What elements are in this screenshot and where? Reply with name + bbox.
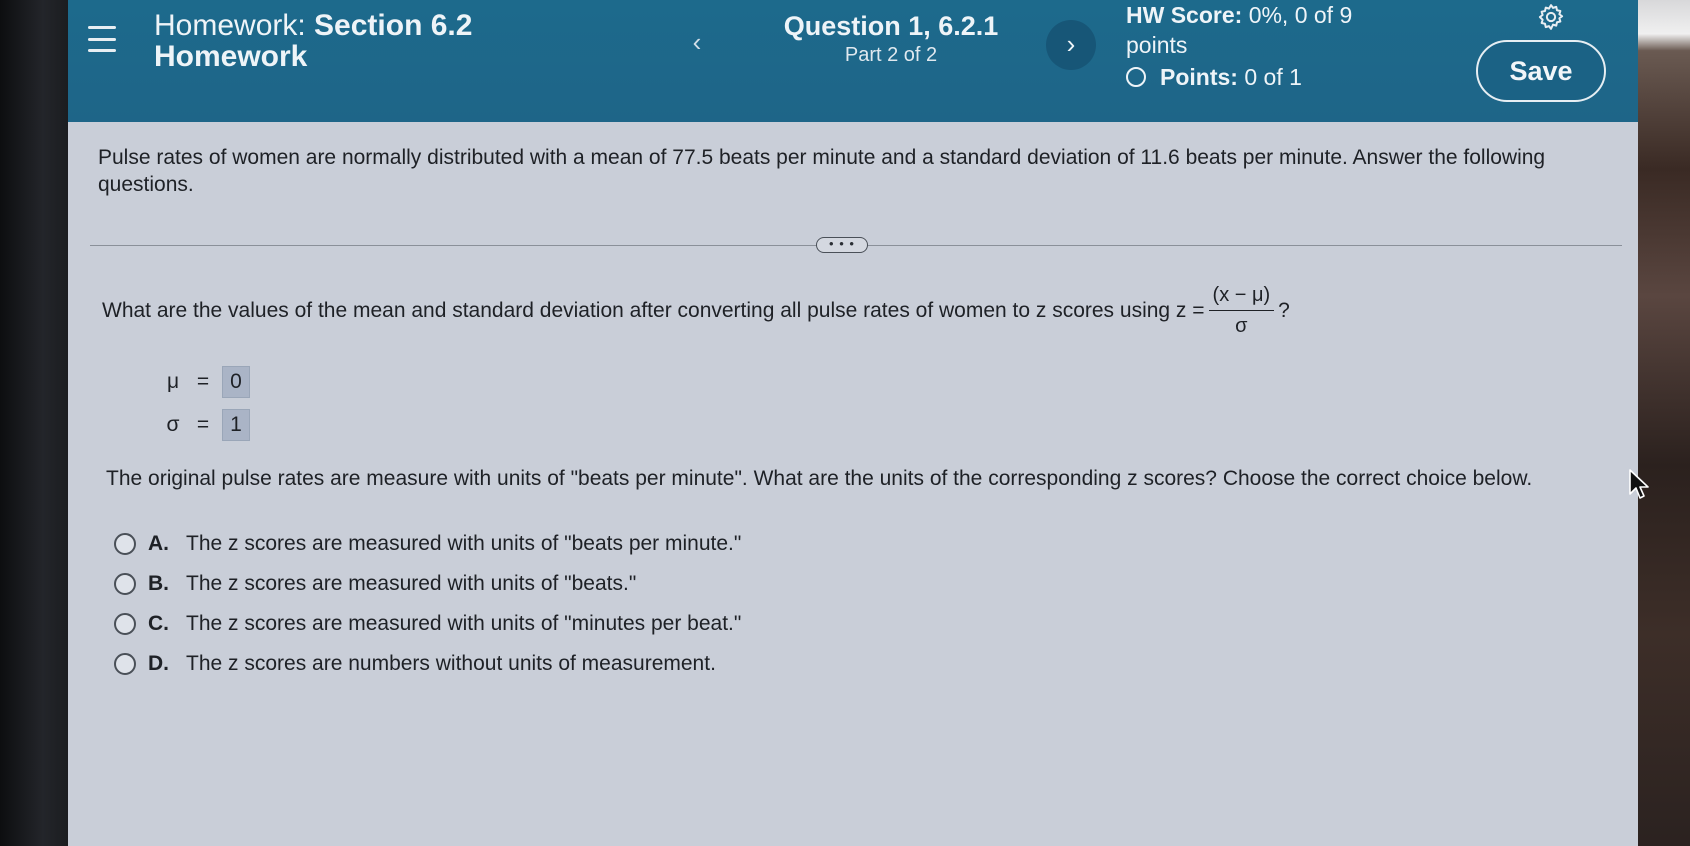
top-header: Homework: Section 6.2 Homework ‹ Questio… xyxy=(68,0,1638,122)
choice-d-radio[interactable] xyxy=(114,653,136,675)
fraction-numerator: (x − μ) xyxy=(1208,284,1275,311)
points-label: Points: xyxy=(1160,64,1238,90)
choice-a-text: The z scores are measured with units of … xyxy=(186,532,742,555)
homework-title-prefix: Homework: xyxy=(154,9,306,42)
hamburger-menu-icon[interactable] xyxy=(88,26,116,52)
z-score-question: What are the values of the mean and stan… xyxy=(102,284,1290,338)
units-question-text: The original pulse rates are measure wit… xyxy=(106,467,1533,490)
mouse-cursor-icon xyxy=(1629,469,1649,499)
question-part: Part 2 of 2 xyxy=(844,44,938,66)
screen-bezel-right xyxy=(1638,0,1690,846)
sd-answer-box[interactable]: 1 xyxy=(222,409,250,441)
previous-question-button[interactable]: ‹ xyxy=(678,24,716,62)
choice-b-letter: B. xyxy=(148,572,169,595)
question-mark: ? xyxy=(1278,299,1290,322)
question-intro-text: Pulse rates of women are normally distri… xyxy=(98,146,1546,196)
choice-a-letter: A. xyxy=(148,532,169,555)
choice-a[interactable]: A. The z scores are measured with units … xyxy=(114,532,741,556)
question-content: Pulse rates of women are normally distri… xyxy=(80,124,1628,846)
choice-b[interactable]: B. The z scores are measured with units … xyxy=(114,572,636,596)
choice-c-text: The z scores are measured with units of … xyxy=(186,612,742,635)
z-formula-fraction: (x − μ) σ xyxy=(1208,284,1275,338)
choice-b-radio[interactable] xyxy=(114,573,136,595)
mu-equals: = xyxy=(196,370,210,393)
choice-d-letter: D. xyxy=(148,652,169,675)
homework-title-section: Section 6.2 xyxy=(314,9,473,42)
chevron-left-icon: ‹ xyxy=(692,27,702,57)
points-circle-icon xyxy=(1126,67,1146,87)
browser-screen: Homework: Section 6.2 Homework ‹ Questio… xyxy=(68,0,1638,846)
choice-c[interactable]: C. The z scores are measured with units … xyxy=(114,612,741,636)
expand-more-button[interactable]: • • • xyxy=(816,237,868,253)
choice-d-text: The z scores are numbers without units o… xyxy=(186,652,716,675)
hw-score-unit: points xyxy=(1126,32,1188,58)
chevron-right-icon: › xyxy=(1066,29,1076,59)
homework-title: Homework: Section 6.2 Homework xyxy=(154,10,472,72)
next-question-button[interactable]: › xyxy=(1046,20,1096,70)
homework-title-line2: Homework xyxy=(154,40,308,73)
question-indicator: Question 1, 6.2.1 Part 2 of 2 xyxy=(736,10,1046,68)
fraction-denominator: σ xyxy=(1235,315,1248,337)
mean-answer-box[interactable]: 0 xyxy=(222,366,250,398)
save-button[interactable]: Save xyxy=(1476,40,1606,102)
mu-symbol: μ xyxy=(166,370,180,393)
choice-b-text: The z scores are measured with units of … xyxy=(186,572,637,595)
score-block: HW Score: 0%, 0 of 9 points Points: 0 of… xyxy=(1126,0,1426,92)
sd-answer-row: σ = 1 xyxy=(158,409,250,441)
hw-score-value: 0%, 0 of 9 xyxy=(1248,2,1353,28)
gear-icon[interactable] xyxy=(1536,2,1566,32)
sigma-equals: = xyxy=(196,413,210,436)
choice-d[interactable]: D. The z scores are numbers without unit… xyxy=(114,652,716,676)
choice-a-radio[interactable] xyxy=(114,533,136,555)
screen-bezel-left xyxy=(0,0,72,846)
choice-c-radio[interactable] xyxy=(114,613,136,635)
points-value: 0 of 1 xyxy=(1244,64,1302,90)
choice-c-letter: C. xyxy=(148,612,169,635)
sigma-symbol: σ xyxy=(166,413,180,436)
question-title: Question 1, 6.2.1 xyxy=(783,11,999,41)
mean-answer-row: μ = 0 xyxy=(158,366,250,398)
hw-score-label: HW Score: xyxy=(1126,2,1243,28)
z-score-question-text: What are the values of the mean and stan… xyxy=(102,299,1205,322)
